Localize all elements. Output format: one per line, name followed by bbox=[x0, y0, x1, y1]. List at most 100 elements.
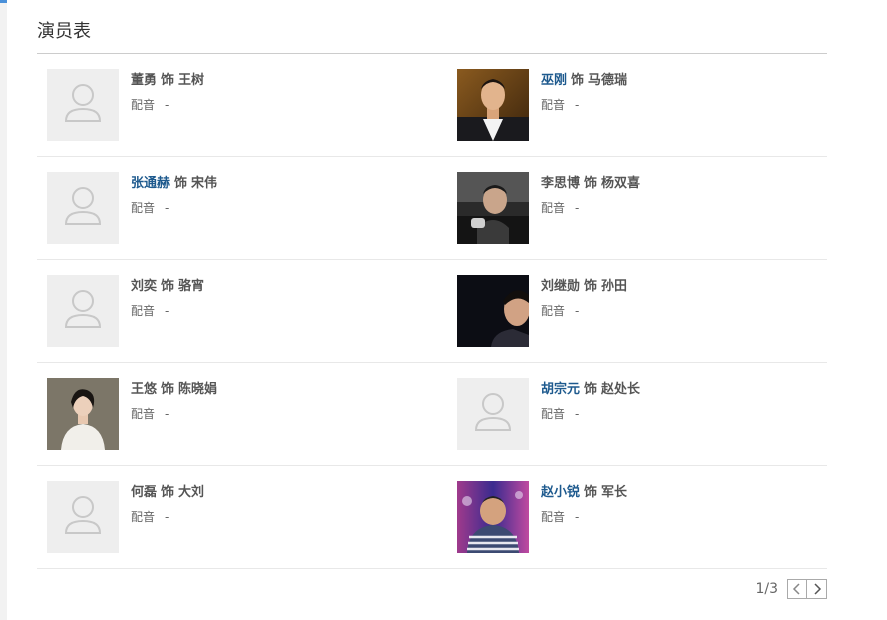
as-word: 饰 bbox=[571, 73, 585, 88]
dub-value: - bbox=[165, 510, 170, 524]
role-name: 骆宵 bbox=[178, 279, 205, 294]
cast-row: 何磊饰大刘 配音 - 赵小锐饰军长 配音 - bbox=[37, 466, 827, 569]
actor-name: 刘奕 bbox=[131, 279, 158, 294]
cast-row: 刘奕饰骆宵 配音 - 刘继勋饰孙田 配音 - bbox=[37, 260, 827, 363]
cast-name-line: 李思博饰杨双喜 bbox=[541, 175, 640, 193]
dub-value: - bbox=[165, 98, 170, 112]
actor-name[interactable]: 巫刚 bbox=[541, 73, 567, 88]
cast-name-line: 董勇饰王树 bbox=[131, 72, 204, 90]
pager: 1/3 bbox=[755, 578, 827, 600]
dub-value: - bbox=[165, 201, 170, 215]
cast-name-line: 巫刚饰马德瑞 bbox=[541, 72, 627, 90]
actor-name: 王悠 bbox=[131, 382, 158, 397]
cast-item: 李思博饰杨双喜 配音 - bbox=[457, 172, 837, 244]
actor-photo[interactable] bbox=[47, 378, 119, 450]
role-name: 孙田 bbox=[601, 279, 628, 294]
dub-value: - bbox=[165, 304, 170, 318]
cast-item: 何磊饰大刘 配音 - bbox=[47, 481, 427, 553]
cast-name-line: 张通赫饰宋伟 bbox=[131, 175, 217, 193]
cast-item: 刘继勋饰孙田 配音 - bbox=[457, 275, 837, 347]
chevron-right-icon bbox=[813, 583, 821, 595]
actor-name[interactable]: 赵小锐 bbox=[541, 485, 580, 500]
dub-line: 配音 - bbox=[131, 303, 169, 319]
page-indicator: 1/3 bbox=[755, 581, 778, 597]
dub-label: 配音 bbox=[131, 304, 156, 318]
cast-item: 赵小锐饰军长 配音 - bbox=[457, 481, 837, 553]
avatar-placeholder-icon[interactable] bbox=[47, 275, 119, 347]
as-word: 饰 bbox=[174, 176, 188, 191]
dub-line: 配音 - bbox=[541, 303, 579, 319]
dub-label: 配音 bbox=[131, 98, 156, 112]
actor-name: 刘继勋 bbox=[541, 279, 581, 294]
actor-photo[interactable] bbox=[457, 69, 529, 141]
cast-row: 张通赫饰宋伟 配音 - 李思博饰杨双喜 配音 - bbox=[37, 157, 827, 260]
chevron-left-icon bbox=[792, 583, 800, 595]
as-word: 饰 bbox=[584, 279, 598, 294]
cast-row: 董勇饰王树 配音 - 巫刚饰马德瑞 配音 - bbox=[37, 54, 827, 157]
role-name: 大刘 bbox=[178, 485, 205, 500]
as-word: 饰 bbox=[584, 382, 598, 397]
role-name: 马德瑞 bbox=[588, 73, 628, 88]
dub-line: 配音 - bbox=[541, 509, 579, 525]
dub-label: 配音 bbox=[541, 201, 566, 215]
role-name: 陈晓娟 bbox=[178, 382, 218, 397]
cast-item: 王悠饰陈晓娟 配音 - bbox=[47, 378, 427, 450]
cast-name-line: 王悠饰陈晓娟 bbox=[131, 381, 217, 399]
as-word: 饰 bbox=[161, 485, 175, 500]
dub-value: - bbox=[575, 201, 580, 215]
avatar-placeholder-icon[interactable] bbox=[47, 481, 119, 553]
prev-page-button[interactable] bbox=[787, 579, 807, 599]
dub-value: - bbox=[575, 98, 580, 112]
next-page-button[interactable] bbox=[807, 579, 827, 599]
dub-line: 配音 - bbox=[541, 406, 579, 422]
as-word: 饰 bbox=[584, 176, 598, 191]
dub-label: 配音 bbox=[541, 304, 566, 318]
cast-name-line: 赵小锐饰军长 bbox=[541, 484, 627, 502]
role-name: 赵处长 bbox=[601, 382, 641, 397]
dub-label: 配音 bbox=[541, 98, 566, 112]
actor-name[interactable]: 胡宗元 bbox=[541, 382, 580, 397]
cast-name-line: 刘奕饰骆宵 bbox=[131, 278, 204, 296]
as-word: 饰 bbox=[584, 485, 598, 500]
actor-photo[interactable] bbox=[457, 481, 529, 553]
dub-line: 配音 - bbox=[131, 97, 169, 113]
avatar-placeholder-icon[interactable] bbox=[457, 378, 529, 450]
actor-name: 李思博 bbox=[541, 176, 581, 191]
cast-item: 刘奕饰骆宵 配音 - bbox=[47, 275, 427, 347]
cast-item: 巫刚饰马德瑞 配音 - bbox=[457, 69, 837, 141]
role-name: 军长 bbox=[601, 485, 628, 500]
dub-value: - bbox=[575, 510, 580, 524]
dub-line: 配音 - bbox=[131, 509, 169, 525]
cast-row: 王悠饰陈晓娟 配音 - 胡宗元饰赵处长 配音 - bbox=[37, 363, 827, 466]
avatar-placeholder-icon[interactable] bbox=[47, 172, 119, 244]
dub-value: - bbox=[165, 407, 170, 421]
avatar-placeholder-icon[interactable] bbox=[47, 69, 119, 141]
cast-item: 胡宗元饰赵处长 配音 - bbox=[457, 378, 837, 450]
cast-item: 董勇饰王树 配音 - bbox=[47, 69, 427, 141]
actor-name: 董勇 bbox=[131, 73, 158, 88]
role-name: 王树 bbox=[178, 73, 205, 88]
dub-line: 配音 - bbox=[541, 200, 579, 216]
role-name: 宋伟 bbox=[191, 176, 218, 191]
dub-line: 配音 - bbox=[131, 406, 169, 422]
actor-name[interactable]: 张通赫 bbox=[131, 176, 170, 191]
actor-name: 何磊 bbox=[131, 485, 158, 500]
cast-panel: 演员表 董勇饰王树 配音 - 巫刚饰马德瑞 配音 - 张通赫 饰 宋伟 配音 -… bbox=[37, 0, 827, 620]
section-title: 演员表 bbox=[37, 21, 91, 42]
as-word: 饰 bbox=[161, 73, 175, 88]
dub-label: 配音 bbox=[131, 510, 156, 524]
dub-label: 配音 bbox=[131, 201, 156, 215]
left-rail bbox=[0, 0, 7, 620]
role-name: 杨双喜 bbox=[601, 176, 641, 191]
dub-label: 配音 bbox=[541, 407, 566, 421]
actor-photo[interactable] bbox=[457, 275, 529, 347]
dub-line: 配音 - bbox=[541, 97, 579, 113]
as-word: 饰 bbox=[161, 382, 175, 397]
dub-label: 配音 bbox=[131, 407, 156, 421]
actor-photo[interactable] bbox=[457, 172, 529, 244]
dub-value: - bbox=[575, 304, 580, 318]
cast-name-line: 何磊饰大刘 bbox=[131, 484, 204, 502]
dub-label: 配音 bbox=[541, 510, 566, 524]
dub-value: - bbox=[575, 407, 580, 421]
cast-name-line: 刘继勋饰孙田 bbox=[541, 278, 627, 296]
